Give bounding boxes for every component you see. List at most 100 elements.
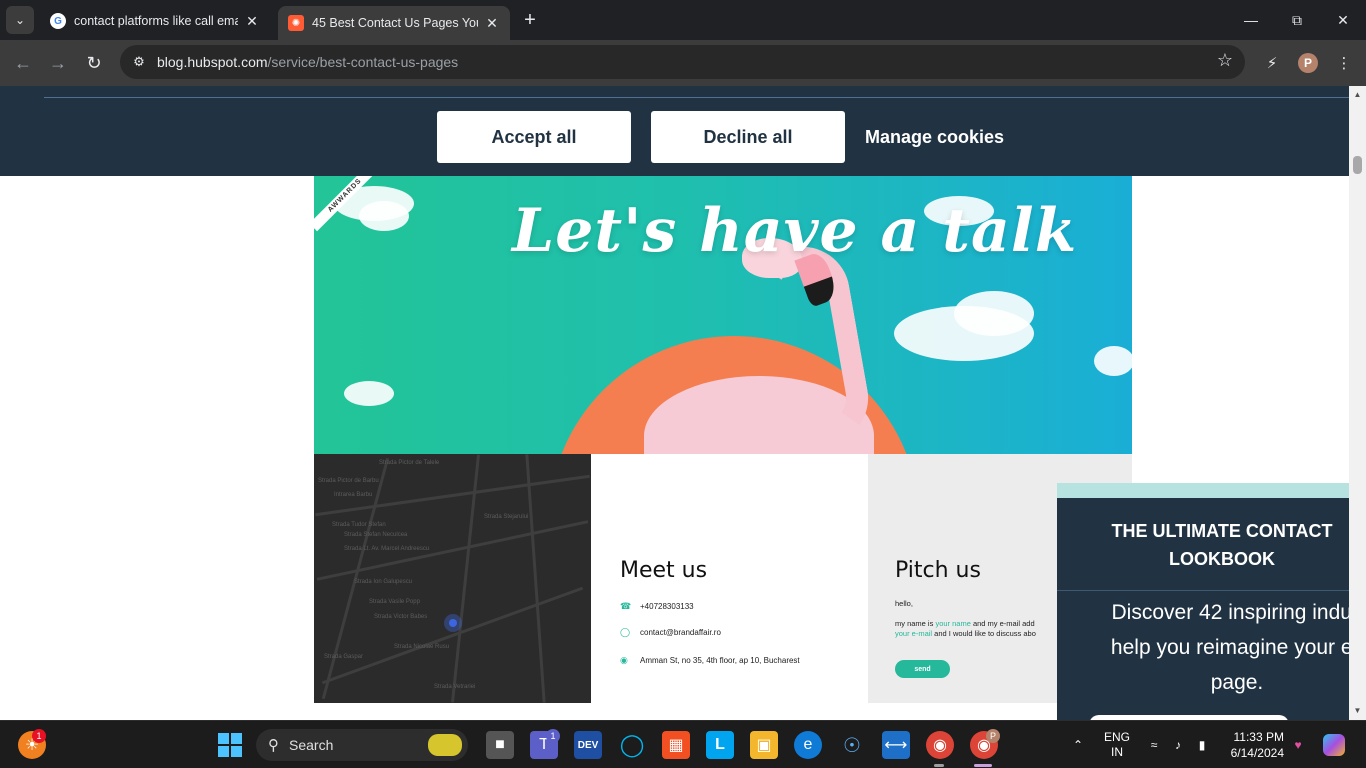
map-street-label: Strada Pictor de Barbu <box>318 478 379 484</box>
cloud <box>1094 346 1132 376</box>
cloud <box>344 381 394 406</box>
restore-button[interactable]: ⧉ <box>1274 0 1320 40</box>
scroll-down-icon[interactable]: ▼ <box>1349 704 1366 718</box>
map-street-label: Intrarea Barbu <box>334 492 373 498</box>
location-icon: ◉ <box>620 655 628 665</box>
location-map[interactable]: Strada Pictor de Talele Strada Pictor de… <box>314 454 591 703</box>
map-street-label: Strada Victor Babes <box>374 614 428 620</box>
pitch-text: my name is <box>895 619 936 628</box>
hero-image: Let's have a talk AWWARDS <box>314 176 1132 454</box>
cookie-banner: Accept all Decline all Manage cookies <box>0 86 1349 176</box>
edge-icon[interactable]: e <box>794 731 822 759</box>
lightbulb-icon[interactable]: ☉ <box>838 731 866 759</box>
close-tab-icon[interactable]: ✕ <box>484 15 500 32</box>
search-highlight-icon <box>428 734 462 756</box>
scroll-up-icon[interactable]: ▲ <box>1349 88 1366 102</box>
phone-number: +40728303133 <box>640 602 694 611</box>
map-street-label: Strada Tudor Stefan <box>332 522 386 528</box>
lookbook-title: THE ULTIMATE CONTACT LOOKBOOK <box>1111 521 1333 569</box>
map-street-label: Strada Gaspar <box>324 654 364 660</box>
search-placeholder: Search <box>289 737 334 753</box>
notification-badge: 1 <box>32 729 46 743</box>
volume-icon[interactable]: ♪ <box>1168 721 1188 768</box>
language-indicator[interactable]: ENG IN <box>1098 721 1136 768</box>
lookbook-text-line: page. <box>1210 671 1264 694</box>
site-info-icon[interactable]: ⚙ <box>128 51 150 73</box>
hubspot-icon: ✺ <box>288 15 304 31</box>
tray-overflow-chevron-icon[interactable]: ⌃ <box>1068 721 1088 768</box>
back-button[interactable]: ← <box>8 48 38 78</box>
system-clock[interactable]: 11:33 PM 6/14/2024 <box>1222 721 1284 768</box>
close-tab-icon[interactable]: ✕ <box>244 13 260 30</box>
scroll-thumb[interactable] <box>1353 156 1362 174</box>
chrome-profile-badge: P <box>986 729 1000 743</box>
popup-top-stripe <box>1057 483 1349 498</box>
new-tab-button[interactable]: + <box>518 8 542 32</box>
meet-us-heading: Meet us <box>620 558 708 583</box>
copilot-icon[interactable] <box>1320 721 1348 768</box>
profile-avatar[interactable]: P <box>1298 53 1318 73</box>
extension-icon[interactable]: ⚡ <box>1260 51 1284 75</box>
vscode-icon[interactable]: ⟷ <box>882 731 910 759</box>
pitch-text: and I would like to discuss abo <box>932 629 1036 638</box>
minimize-button[interactable]: — <box>1228 0 1274 40</box>
url-text: blog.hubspot.com/service/best-contact-us… <box>157 54 458 70</box>
pitch-text: and my e-mail add <box>970 619 1035 628</box>
address-row: ◉ Amman St, no 35, 4th floor, ap 10, Buc… <box>620 655 800 666</box>
page-scrollbar[interactable]: ▲ ▼ <box>1349 86 1366 720</box>
region-code: IN <box>1111 745 1123 759</box>
alexa-icon[interactable]: ◯ <box>618 731 646 759</box>
accept-all-button[interactable]: Accept all <box>437 111 631 163</box>
battery-icon[interactable]: ▮ <box>1192 721 1212 768</box>
manage-cookies-link[interactable]: Manage cookies <box>865 111 1010 163</box>
reload-button[interactable]: ↻ <box>79 48 109 78</box>
notification-bell-icon[interactable]: ♥ <box>1288 721 1308 768</box>
address-bar[interactable]: ⚙ blog.hubspot.com/service/best-contact-… <box>120 45 1245 79</box>
chevron-down-icon: ⌄ <box>14 13 26 27</box>
phone-icon: ☎ <box>620 601 632 611</box>
file-explorer-icon[interactable]: ▣ <box>750 731 778 759</box>
url-host: blog.hubspot.com <box>157 54 268 70</box>
plus-icon: + <box>524 8 536 31</box>
arrow-right-icon: → <box>49 52 67 73</box>
decline-all-button[interactable]: Decline all <box>651 111 845 163</box>
ribbon-text: AWWARDS <box>314 176 374 232</box>
map-street-label: Strada Lt. Av. Marcel Andreescu <box>344 546 430 552</box>
tab-hubspot-article[interactable]: ✺ 45 Best Contact Us Pages You'll ✕ <box>278 6 510 40</box>
pitch-greeting: hello, <box>895 599 913 608</box>
more-menu-icon[interactable]: ⋮ <box>1332 51 1356 75</box>
windows-taskbar: ☀ 1 ⚲ Search ■ T 1 DEV ◯ ▦ L ▣ e ☉ ⟷ ◉ ◉… <box>0 720 1366 768</box>
minimize-icon: — <box>1244 12 1258 28</box>
chrome-icon[interactable]: ◉ <box>926 731 954 759</box>
forward-button[interactable]: → <box>43 48 73 78</box>
send-button[interactable]: send <box>895 660 950 678</box>
launcher-l-icon[interactable]: L <box>706 731 734 759</box>
microsoft-store-icon[interactable]: ▦ <box>662 731 690 759</box>
street-address: Amman St, no 35, 4th floor, ap 10, Bucha… <box>640 656 800 665</box>
task-view-icon[interactable]: ■ <box>486 731 514 759</box>
bookmark-star-icon[interactable]: ☆ <box>1217 50 1233 71</box>
map-road <box>525 454 546 703</box>
phone-row[interactable]: ☎ +40728303133 <box>620 601 694 612</box>
email-row[interactable]: ◯ contact@brandaffair.ro <box>620 627 721 638</box>
lookbook-description: Discover 42 inspiring indus help you rei… <box>1087 595 1349 700</box>
meet-us-panel: Meet us ☎ +40728303133 ◯ contact@brandaf… <box>591 454 868 703</box>
close-window-button[interactable]: ✕ <box>1320 0 1366 40</box>
map-street-label: Strada Vasile Popp <box>369 599 420 605</box>
url-path: /service/best-contact-us-pages <box>267 54 459 70</box>
email-input[interactable]: your e-mail <box>895 629 932 638</box>
teams-badge: 1 <box>546 729 560 743</box>
map-location-pin[interactable] <box>444 614 462 632</box>
tab-google-search[interactable]: G contact platforms like call emai ✕ <box>40 6 270 36</box>
awwwards-ribbon[interactable]: AWWARDS <box>314 176 374 236</box>
taskbar-search[interactable]: ⚲ Search <box>256 729 468 761</box>
name-input[interactable]: your name <box>935 619 970 628</box>
tab-search-button[interactable]: ⌄ <box>6 6 34 34</box>
clock-date: 6/14/2024 <box>1230 746 1284 760</box>
windows-start-button[interactable] <box>218 733 242 757</box>
wifi-icon[interactable]: ≈ <box>1144 721 1164 768</box>
cloud <box>954 291 1034 336</box>
map-street-label: Strada Stefan Neculcea <box>344 532 408 538</box>
dev-home-icon[interactable]: DEV <box>574 731 602 759</box>
google-icon: G <box>50 13 66 29</box>
